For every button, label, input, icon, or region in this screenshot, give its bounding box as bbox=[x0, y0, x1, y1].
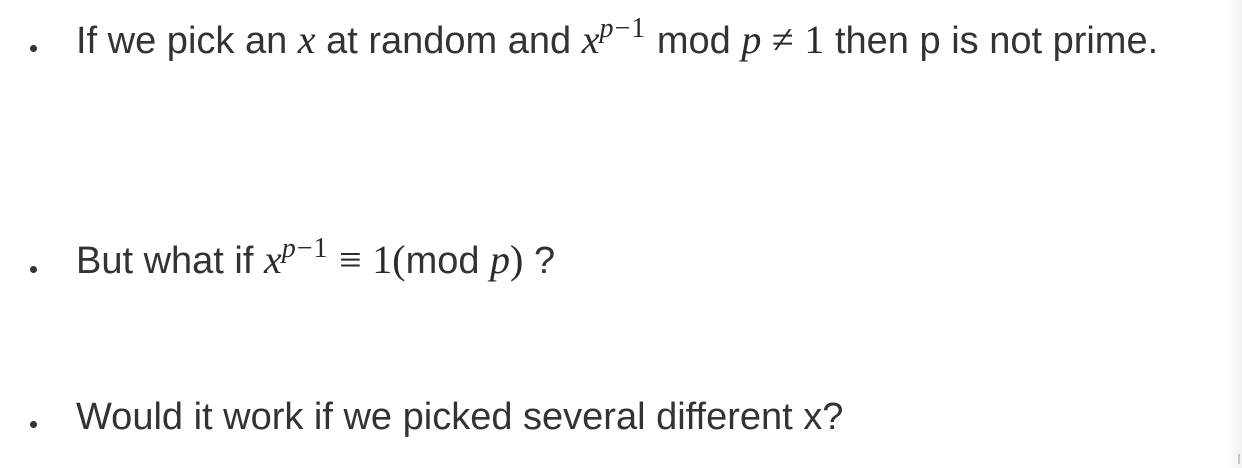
math-exponent: p−1 bbox=[282, 233, 329, 264]
bullet-item-several-x: Would it work if we picked several diffe… bbox=[30, 389, 1230, 445]
math-variable-x: x bbox=[297, 17, 316, 62]
math-exponent-var: p bbox=[599, 13, 615, 44]
math-variable-p: p bbox=[741, 17, 762, 62]
math-exponent-rest: −1 bbox=[296, 233, 329, 264]
edge-tick-mark bbox=[1238, 454, 1240, 464]
math-congruence-symbol: ≡ bbox=[339, 237, 362, 282]
math-power-base: x bbox=[581, 17, 600, 62]
math-one-open-paren: 1( bbox=[372, 237, 406, 282]
text-segment: If we pick an bbox=[76, 20, 288, 62]
bullet-dot-icon bbox=[30, 45, 37, 52]
slide-page: If we pick an x at random and xp−1 mod p… bbox=[0, 0, 1242, 468]
text-question-mark: ? bbox=[533, 240, 556, 282]
bullet-text: If we pick an x at random and xp−1 mod p… bbox=[76, 12, 1236, 69]
math-close-paren: ) bbox=[510, 237, 524, 282]
math-exponent-var: p bbox=[281, 233, 297, 264]
text-segment: at random and bbox=[326, 20, 572, 62]
bullet-list: If we pick an x at random and xp−1 mod p… bbox=[0, 0, 1242, 468]
bullet-text: Would it work if we picked several diffe… bbox=[76, 396, 844, 438]
bullet-dot-icon bbox=[30, 421, 37, 428]
math-mod-operator: mod bbox=[656, 20, 731, 62]
math-power-expression: xp−1 bbox=[581, 15, 647, 63]
math-variable-p: p bbox=[490, 237, 511, 282]
math-power-expression: xp−1 bbox=[263, 235, 329, 283]
bullet-item-congruence-question: But what if xp−1 ≡ 1(mod p) ? bbox=[30, 232, 1230, 288]
right-edge-shadow bbox=[1226, 0, 1242, 468]
math-one: 1 bbox=[804, 17, 825, 62]
text-segment: then p is not prime. bbox=[834, 20, 1159, 62]
bullet-text: But what if xp−1 ≡ 1(mod p) ? bbox=[76, 232, 1236, 289]
math-mod-operator: mod bbox=[405, 240, 480, 282]
text-segment: But what if bbox=[76, 240, 254, 282]
math-power-base: x bbox=[263, 237, 282, 282]
bullet-item-fermat-test: If we pick an x at random and xp−1 mod p… bbox=[30, 12, 1230, 124]
math-not-equal-symbol: ≠ bbox=[771, 17, 794, 62]
bullet-dot-icon bbox=[30, 266, 37, 273]
math-exponent-rest: −1 bbox=[614, 13, 647, 44]
math-exponent: p−1 bbox=[600, 13, 647, 44]
